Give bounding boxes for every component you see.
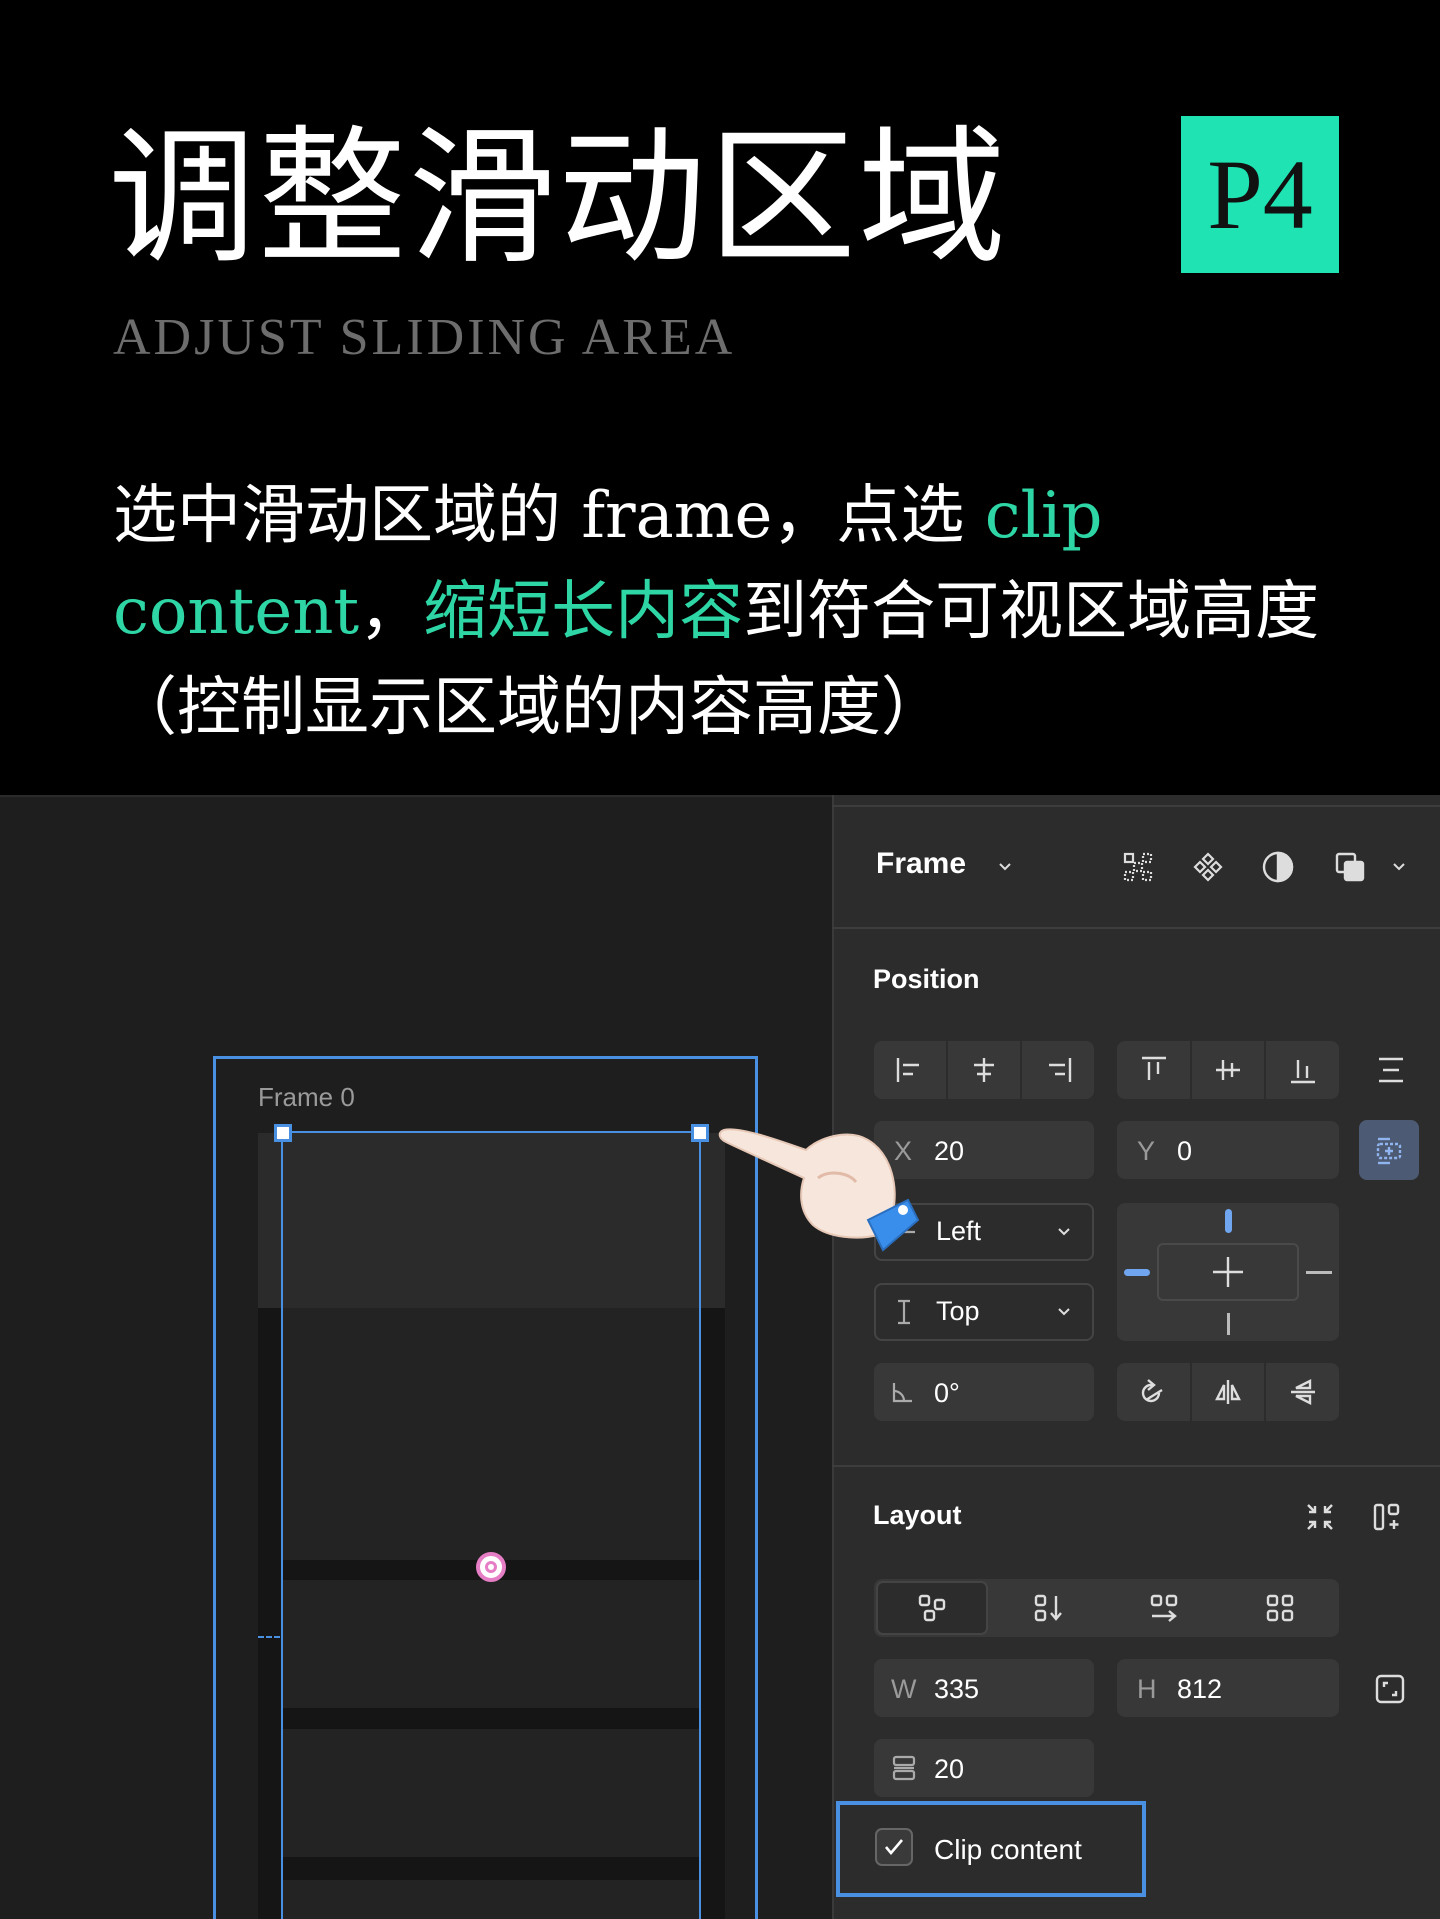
rotate-icon[interactable]: [1117, 1363, 1190, 1421]
instruction-highlight-shorten: 缩短长内容: [423, 575, 744, 649]
horizontal-constraint-value: Left: [936, 1216, 982, 1246]
vertical-constraint-value: Top: [936, 1296, 980, 1326]
align-top-icon[interactable]: [1117, 1041, 1190, 1099]
component-icon[interactable]: [1188, 849, 1228, 885]
chevron-down-icon[interactable]: [990, 852, 1020, 882]
flip-vertical-icon[interactable]: [1266, 1363, 1339, 1421]
resize-handle-top-left[interactable]: [274, 1124, 292, 1142]
guide-line: [258, 1636, 280, 1638]
layout-section-title: Layout: [873, 1500, 962, 1530]
constraint-top-bar[interactable]: [1225, 1209, 1232, 1233]
resize-handle-top-right[interactable]: [691, 1124, 709, 1142]
y-label: Y: [1137, 1136, 1156, 1166]
mask-icon[interactable]: [1258, 849, 1298, 885]
constraint-center-icon[interactable]: [1208, 1252, 1248, 1292]
center-point-marker: [476, 1552, 506, 1582]
constraint-left-bar[interactable]: [1124, 1269, 1150, 1276]
panel-divider: [832, 927, 1440, 929]
gap-icon: [886, 1750, 922, 1786]
horizontal-layout-icon[interactable]: [1106, 1581, 1222, 1635]
vertical-constraint-icon: [886, 1294, 922, 1330]
width-value[interactable]: 335: [934, 1674, 979, 1705]
rotation-angle-icon: [886, 1375, 920, 1409]
align-bottom-icon[interactable]: [1266, 1041, 1339, 1099]
rotation-value[interactable]: 0°: [934, 1378, 960, 1409]
distribute-icon[interactable]: [1370, 1041, 1412, 1099]
gap-value[interactable]: 20: [934, 1754, 964, 1785]
page-subtitle: ADJUST SLIDING AREA: [113, 309, 736, 366]
grid-layout-icon[interactable]: [1222, 1581, 1338, 1635]
boolean-icon[interactable]: [1330, 849, 1370, 885]
add-auto-layout-icon[interactable]: [1368, 1497, 1408, 1537]
height-label: H: [1137, 1674, 1157, 1704]
align-vertical-center-icon[interactable]: [1192, 1041, 1264, 1099]
instruction-part-2: ，: [359, 575, 424, 649]
panel-divider: [832, 1465, 1440, 1467]
align-left-icon[interactable]: [874, 1041, 946, 1099]
pointing-hand-icon: [718, 1128, 920, 1252]
vertical-layout-icon[interactable]: [990, 1581, 1106, 1635]
boolean-dropdown-icon[interactable]: [1384, 852, 1414, 882]
freeform-layout-icon[interactable]: [876, 1581, 988, 1635]
panel-divider: [832, 805, 1440, 807]
grid-icon[interactable]: [1118, 849, 1158, 885]
instruction-text: 选中滑动区域的 frame，点选 clip content，缩短长内容到符合可视…: [113, 468, 1353, 756]
ignore-auto-layout-icon[interactable]: [1359, 1120, 1419, 1180]
position-section-title: Position: [873, 964, 980, 994]
y-value[interactable]: 0: [1177, 1136, 1192, 1167]
resize-to-fit-icon[interactable]: [1370, 1669, 1410, 1709]
align-right-icon[interactable]: [1022, 1041, 1094, 1099]
chevron-down-icon: [1050, 1298, 1078, 1326]
page-title: 调整滑动区域: [108, 112, 1008, 284]
instruction-part-1: 选中滑动区域的 frame，点选: [113, 479, 985, 553]
page-badge: P4: [1181, 116, 1339, 273]
x-value[interactable]: 20: [934, 1136, 964, 1167]
width-label: W: [891, 1674, 917, 1704]
flip-horizontal-icon[interactable]: [1192, 1363, 1264, 1421]
collapse-icon[interactable]: [1300, 1497, 1340, 1537]
align-horizontal-center-icon[interactable]: [948, 1041, 1020, 1099]
constraint-right-bar[interactable]: [1306, 1271, 1332, 1274]
clip-content-highlight-box: [836, 1801, 1146, 1897]
height-value[interactable]: 812: [1177, 1674, 1222, 1705]
constraint-bottom-bar[interactable]: [1227, 1313, 1230, 1335]
chevron-down-icon: [1050, 1218, 1078, 1246]
selected-scroll-frame[interactable]: [281, 1131, 701, 1919]
frame-type-label[interactable]: Frame: [876, 847, 966, 881]
